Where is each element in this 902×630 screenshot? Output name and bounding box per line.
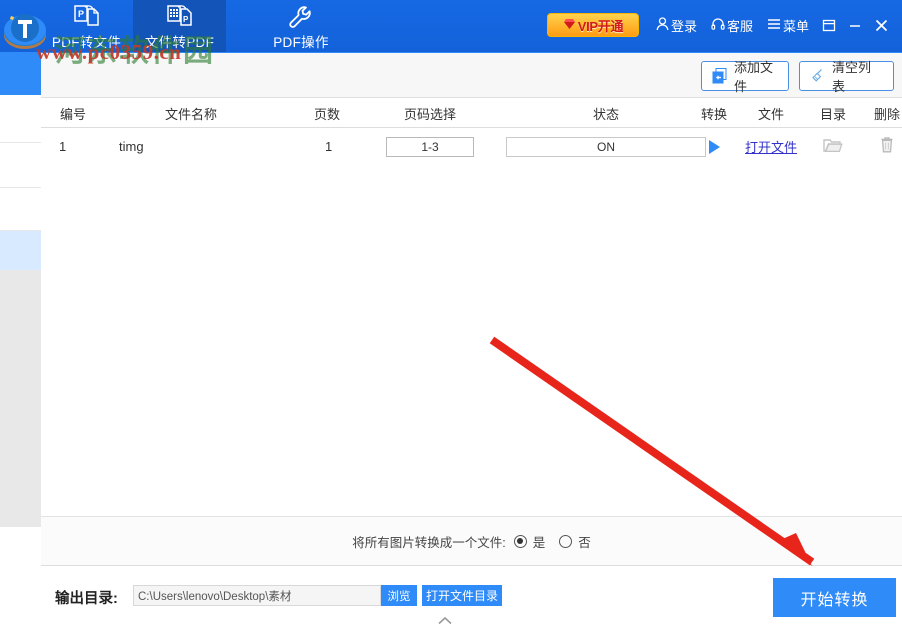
output-dir-input[interactable]: C:\Users\lenovo\Desktop\素材: [133, 585, 381, 606]
footer-bar: 输出目录: C:\Users\lenovo\Desktop\素材 浏览 打开文件…: [41, 567, 902, 629]
main-panel: 添加文件 清空列表 编号 文件名称 页数 页码选择 状态 转换 文件 目录 删除…: [41, 40, 902, 589]
col-header-dir: 目录: [801, 98, 865, 128]
row-pagecount: 1: [291, 129, 363, 164]
minimize-button[interactable]: [842, 10, 868, 40]
table-row[interactable]: 1 timg 1 1-3 ON 打开文件: [41, 129, 902, 164]
col-header-no: 编号: [49, 98, 97, 128]
file-table-header: 编号 文件名称 页数 页码选择 状态 转换 文件 目录 删除: [41, 98, 902, 128]
row-no: 1: [49, 129, 97, 164]
radio-yes-icon[interactable]: [514, 535, 527, 548]
row-file-cell: 打开文件: [731, 129, 811, 164]
row-delete-cell: [859, 129, 902, 164]
header-actions: VIP开通 登录 客服 菜单: [547, 8, 894, 42]
restore-button[interactable]: [816, 10, 842, 40]
col-header-delete: 删除: [859, 98, 902, 128]
tab-pdf-to-file-label: PDF转文件: [52, 31, 121, 51]
svg-text:P: P: [183, 15, 189, 24]
col-header-name: 文件名称: [101, 98, 281, 128]
sidebar-item-3[interactable]: [0, 188, 41, 231]
title-bar: P PDF转文件 P: [0, 0, 902, 52]
clear-list-button[interactable]: 清空列表: [799, 61, 894, 91]
row-filename: timg: [101, 129, 281, 164]
add-file-label: 添加文件: [734, 57, 778, 95]
merge-radio-no[interactable]: 否: [559, 532, 591, 551]
col-header-pages: 页数: [291, 98, 363, 128]
page-range-input[interactable]: 1-3: [386, 137, 474, 157]
col-header-range: 页码选择: [371, 98, 489, 128]
sidebar-filler: [0, 271, 41, 527]
sidebar-item-2[interactable]: [0, 143, 41, 188]
open-output-dir-button[interactable]: 打开文件目录: [422, 585, 502, 606]
radio-no-label: 否: [578, 532, 591, 551]
tab-pdf-operations-label: PDF操作: [273, 31, 329, 51]
browse-button[interactable]: 浏览: [381, 585, 417, 606]
file-to-pdf-icon: P: [167, 3, 193, 30]
menu-button[interactable]: 菜单: [760, 16, 816, 35]
sidebar-item-1[interactable]: [0, 95, 41, 143]
trash-icon[interactable]: [879, 136, 895, 157]
chevron-up-icon[interactable]: [437, 612, 453, 621]
tab-pdf-to-file[interactable]: P PDF转文件: [40, 0, 133, 52]
broom-icon: [810, 68, 826, 84]
vip-button[interactable]: VIP开通: [547, 13, 639, 37]
merge-option-strip: 将所有图片转换成一个文件: 是 否: [41, 516, 902, 566]
pdf-to-file-icon: P: [74, 3, 100, 30]
radio-yes-label: 是: [533, 532, 546, 551]
merge-radio-yes[interactable]: 是: [514, 532, 546, 551]
play-icon[interactable]: [709, 140, 720, 154]
file-list-empty-area: [41, 164, 902, 516]
support-button[interactable]: 客服: [704, 16, 760, 35]
hamburger-icon: [767, 18, 781, 33]
row-dir-cell: [801, 129, 865, 164]
tab-file-to-pdf[interactable]: P 文件转PDF: [133, 0, 226, 52]
vip-label: VIP开通: [578, 16, 623, 35]
row-page-range-cell: 1-3: [371, 129, 489, 164]
add-file-button[interactable]: 添加文件: [701, 61, 789, 91]
user-icon: [656, 17, 669, 34]
headset-icon: [711, 17, 725, 34]
support-label: 客服: [727, 16, 753, 35]
close-button[interactable]: [868, 10, 894, 40]
diamond-icon: [563, 18, 576, 33]
tab-pdf-operations[interactable]: PDF操作: [246, 0, 356, 52]
merge-option-label: 将所有图片转换成一个文件:: [352, 532, 505, 551]
folder-icon[interactable]: [823, 137, 843, 157]
radio-no-icon[interactable]: [559, 535, 572, 548]
left-sidebar: [0, 40, 41, 589]
output-dir-label: 输出目录:: [55, 587, 118, 608]
main-nav-tabs: P PDF转文件 P: [40, 0, 356, 52]
wrench-icon: [287, 3, 315, 30]
col-header-file: 文件: [731, 98, 811, 128]
menu-label: 菜单: [783, 16, 809, 35]
login-label: 登录: [671, 16, 697, 35]
login-button[interactable]: 登录: [649, 16, 704, 35]
sidebar-item-4-active[interactable]: [0, 231, 41, 271]
add-file-icon: [712, 68, 728, 84]
svg-text:P: P: [78, 9, 84, 19]
open-file-link[interactable]: 打开文件: [745, 137, 797, 156]
sidebar-item-5[interactable]: [0, 527, 41, 589]
file-toolbar: 添加文件 清空列表: [41, 52, 902, 98]
status-field[interactable]: ON: [506, 137, 706, 157]
tab-file-to-pdf-label: 文件转PDF: [145, 31, 214, 51]
start-convert-button[interactable]: 开始转换: [773, 578, 896, 617]
clear-list-label: 清空列表: [832, 57, 883, 95]
